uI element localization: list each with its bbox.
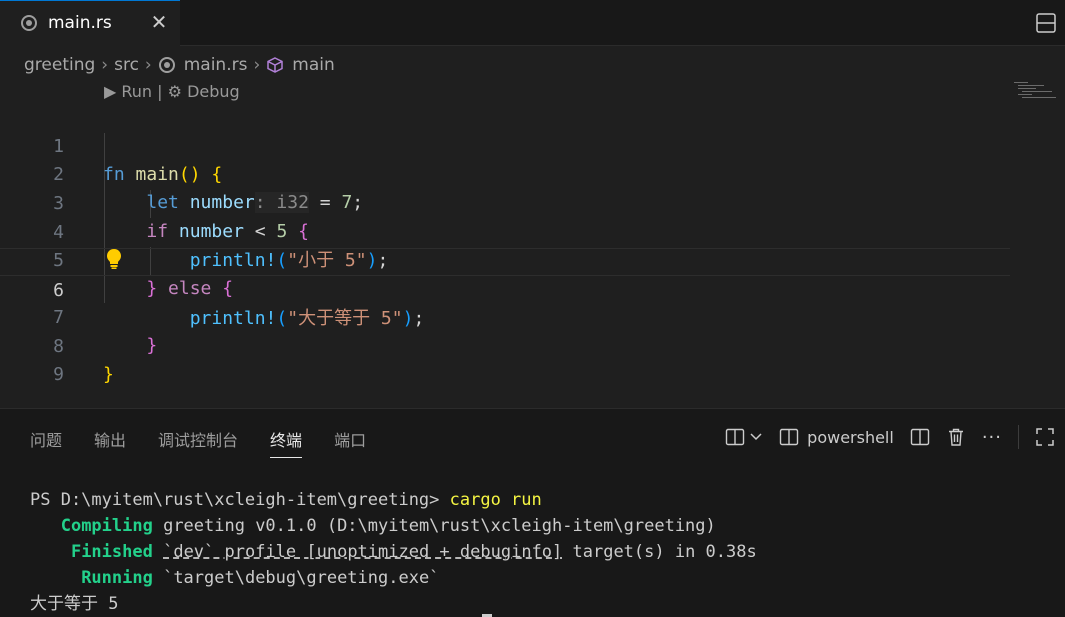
codelens-separator: | [152, 82, 168, 101]
code-line-2: 2 let number: i32 = 7; [0, 133, 1010, 213]
chevron-right-icon: › [144, 55, 152, 75]
running-text: `target\debug\greeting.exe` [152, 568, 440, 588]
program-output: 大于等于 5 [30, 594, 119, 614]
code-line-8: 8 } [0, 305, 1010, 385]
maximize-icon [1036, 428, 1054, 446]
split-icon [779, 428, 799, 446]
terminal-line: Compiling greeting v0.1.0 (D:\myitem\rus… [30, 513, 757, 539]
minimap[interactable] [1010, 80, 1062, 102]
shell-name: powershell [807, 427, 894, 447]
tab-label: main.rs [48, 13, 112, 33]
split-terminal-button[interactable] [910, 427, 930, 447]
finished-profile: `dev` profile [unoptimized + debuginfo] [163, 542, 563, 562]
compiling-label: Compiling [60, 516, 153, 536]
run-codelens[interactable]: ▶ Run [104, 82, 152, 101]
breadcrumb-main-rs[interactable]: main.rs [158, 55, 248, 75]
rust-icon [21, 15, 37, 31]
breadcrumb-main-fn[interactable]: main [266, 55, 335, 75]
rust-icon [158, 57, 175, 73]
code-line-7: 7 } [0, 276, 1010, 356]
terminal-instance-powershell[interactable]: powershell [779, 427, 894, 447]
close-icon[interactable]: ✕ [148, 10, 170, 34]
tab-ports[interactable]: 端口 [334, 427, 366, 458]
trash-icon [948, 428, 963, 446]
breadcrumb-greeting[interactable]: greeting [24, 55, 95, 75]
tab-problems[interactable]: 问题 [30, 427, 62, 458]
breadcrumb-main-rs-label: main.rs [183, 55, 248, 75]
terminal-command: cargo run [449, 490, 542, 510]
terminal-prompt: PS D:\myitem\rust\xcleigh-item\greeting> [30, 490, 450, 510]
code-line-1: 1 fn main() { [0, 105, 1010, 185]
breadcrumb-main-label: main [292, 55, 335, 75]
breadcrumb-src[interactable]: src [114, 55, 139, 75]
terminal-line: Running `target\debug\greeting.exe` [30, 565, 757, 591]
compiling-text: greeting v0.1.0 (D:\myitem\rust\xcleigh-… [152, 516, 716, 536]
maximize-panel-button[interactable] [1035, 427, 1055, 447]
tab-terminal[interactable]: 终端 [270, 427, 303, 458]
panel-actions: powershell ··· [725, 423, 1065, 451]
more-actions-button[interactable]: ··· [982, 427, 1002, 448]
code-line-4: 4 println!("小于 5"); [0, 191, 1010, 271]
tab-output[interactable]: 输出 [94, 427, 126, 458]
split-icon [910, 428, 930, 446]
finished-rest: target(s) in 0.38s [562, 542, 757, 562]
new-terminal-split-button[interactable] [725, 427, 763, 447]
bottom-panel: 问题 输出 调试控制台 终端 端口 powershell ··· PS D:\m… [0, 408, 1065, 617]
divider [1018, 425, 1019, 449]
breadcrumb: greeting › src › main.rs › main [24, 52, 335, 78]
code-editor[interactable]: 1 fn main() { 2 let number: i32 = 7; 3 i… [0, 105, 1010, 405]
tab-main-rs[interactable]: main.rs ✕ [0, 0, 180, 46]
debug-codelens[interactable]: ⚙ Debug [168, 82, 240, 101]
code-line-5: 5 } else { [0, 219, 1010, 299]
chevron-down-icon [750, 433, 762, 441]
codelens: ▶ Run | ⚙ Debug [104, 82, 240, 101]
panel-tabs: 问题 输出 调试控制台 终端 端口 [30, 427, 398, 458]
line-number: 9 [53, 364, 64, 385]
running-label: Running [81, 568, 153, 588]
code-line-6: 6 println!("大于等于 5"); [0, 248, 1010, 329]
kill-terminal-button[interactable] [946, 427, 966, 447]
lightbulb-icon[interactable] [105, 248, 123, 270]
finished-label: Finished [70, 542, 153, 562]
editor-tab-bar: main.rs ✕ [0, 0, 1065, 46]
ellipsis-icon: ··· [981, 426, 1002, 448]
tab-debug-console[interactable]: 调试控制台 [158, 427, 238, 458]
chevron-right-icon: › [101, 55, 109, 75]
code-line-3: 3 if number < 5 { [0, 162, 1010, 242]
cube-icon [267, 57, 284, 73]
terminal-line: Finished `dev` profile [unoptimized + de… [30, 539, 757, 565]
split-icon [725, 428, 745, 446]
terminal-line: PS D:\myitem\rust\xcleigh-item\greeting>… [30, 487, 757, 513]
code-line-9: 9 [0, 333, 1010, 385]
chevron-right-icon: › [253, 55, 261, 75]
terminal-line: 大于等于 5 [30, 591, 757, 617]
terminal-output[interactable]: PS D:\myitem\rust\xcleigh-item\greeting>… [30, 487, 757, 617]
toggle-panel-icon[interactable] [1035, 12, 1057, 34]
